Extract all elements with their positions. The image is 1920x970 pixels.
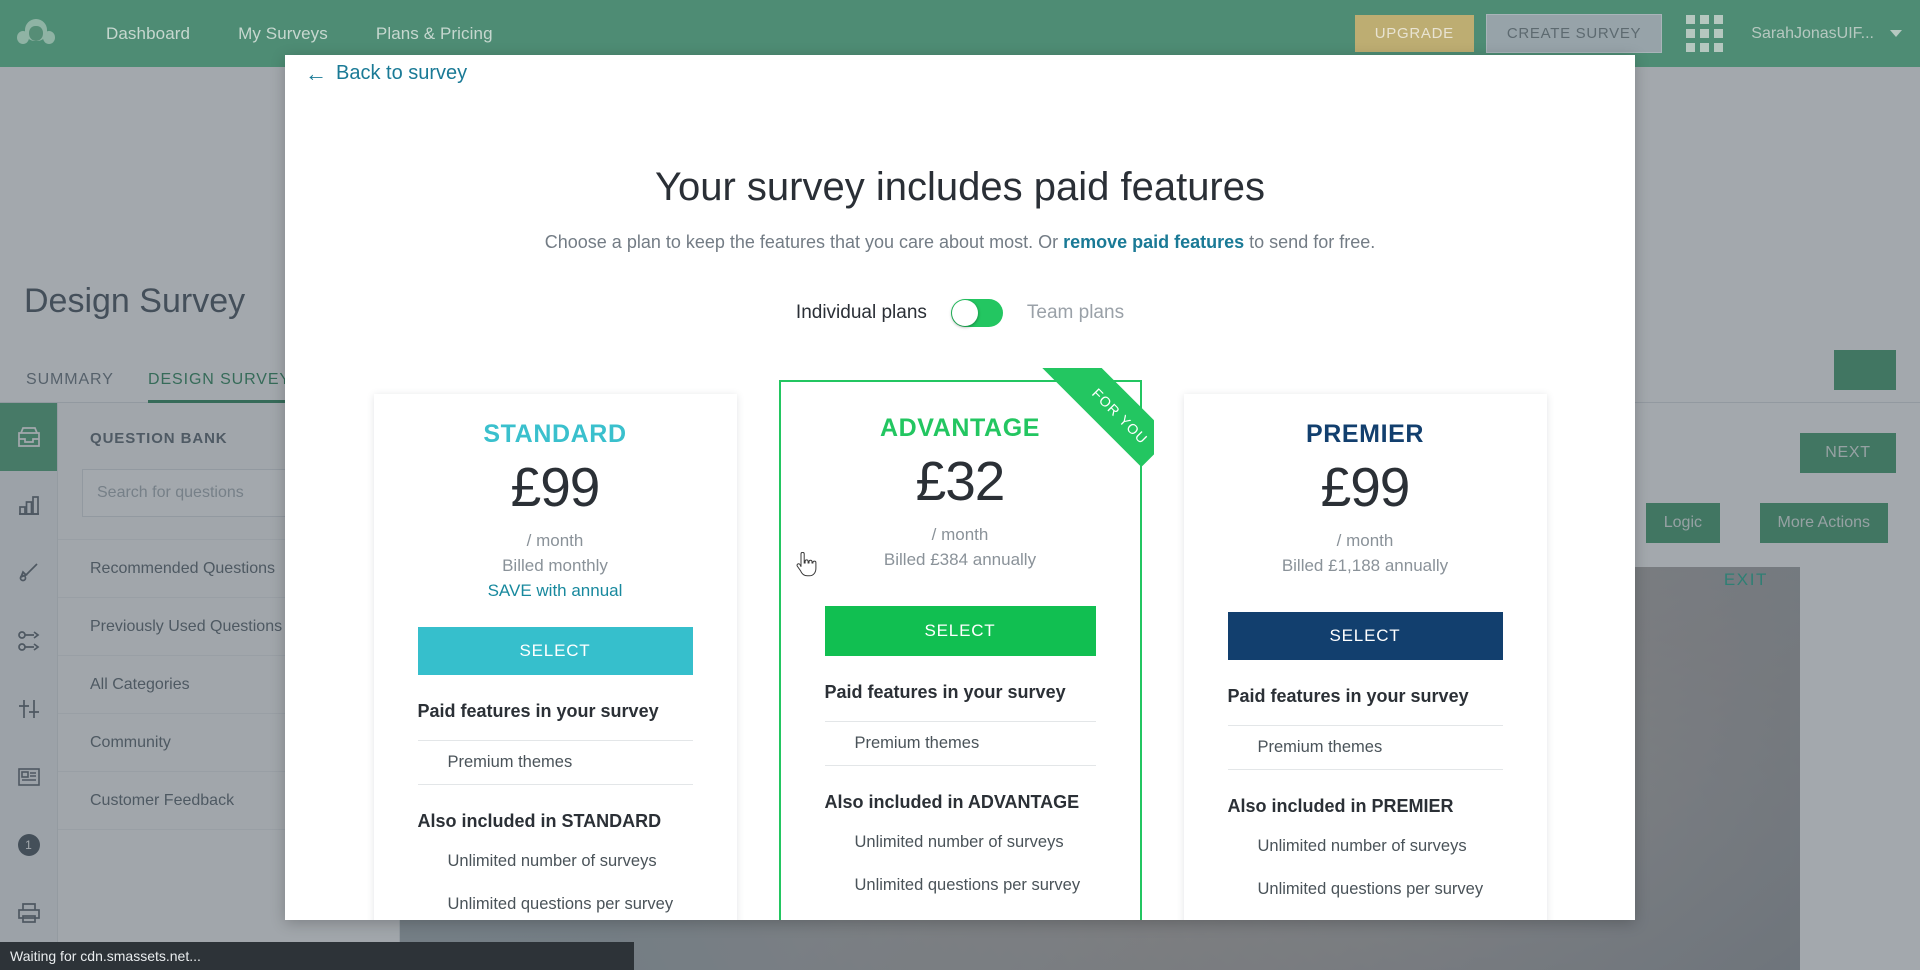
select-button-premier[interactable]: SELECT xyxy=(1227,612,1503,660)
remove-paid-features-link[interactable]: remove paid features xyxy=(1063,232,1244,252)
also-included-list: Unlimited number of surveys Unlimited qu… xyxy=(1228,825,1503,911)
paid-features-heading: Paid features in your survey xyxy=(824,682,1066,702)
plan-card-premier: PREMIER £99 / month Billed £1,188 annual… xyxy=(1183,394,1547,920)
feature-item: Premium themes xyxy=(824,721,1096,766)
paid-features-modal: Your survey includes paid features Choos… xyxy=(285,55,1635,920)
paid-features-list: Premium themes xyxy=(824,721,1096,766)
modal-subtitle-after: to send for free. xyxy=(1244,232,1376,252)
paid-features-heading: Paid features in your survey xyxy=(417,701,659,721)
plan-period: / month xyxy=(1336,531,1394,550)
plan-card-standard: STANDARD £99 / month Billed monthly SAVE… xyxy=(373,394,737,920)
also-included-heading: Also included in PREMIER xyxy=(1227,796,1454,816)
create-survey-button[interactable]: CREATE SURVEY xyxy=(1485,14,1663,53)
select-button-standard[interactable]: SELECT xyxy=(417,627,693,675)
plan-billing-note: Billed monthly xyxy=(502,556,608,575)
feature-item: Unlimited questions per survey xyxy=(447,895,674,913)
modal-subtitle-before: Choose a plan to keep the features that … xyxy=(544,232,1064,252)
chevron-down-icon[interactable] xyxy=(1890,30,1902,37)
surveymonkey-logo-icon[interactable] xyxy=(16,17,56,51)
plan-period: / month xyxy=(931,525,989,544)
modal-title: Your survey includes paid features xyxy=(655,165,1265,209)
plan-billing-note: Billed £1,188 annually xyxy=(1281,556,1449,575)
paid-features-list: Premium themes xyxy=(417,740,693,785)
nav-link-dashboard[interactable]: Dashboard xyxy=(82,0,214,67)
paid-features-list: Premium themes xyxy=(1227,725,1503,770)
feature-item: Premium themes xyxy=(1227,725,1503,770)
plan-price: £99 xyxy=(510,456,601,518)
upgrade-button[interactable]: UPGRADE xyxy=(1354,15,1474,52)
back-to-survey-label: Back to survey xyxy=(336,62,468,84)
toggle-label-individual[interactable]: Individual plans xyxy=(796,302,927,324)
plan-cards-container: STANDARD £99 / month Billed monthly SAVE… xyxy=(285,368,1635,920)
back-to-survey-link[interactable]: ← Back to survey xyxy=(305,62,467,85)
plan-name: PREMIER xyxy=(1305,420,1425,448)
paid-features-heading: Paid features in your survey xyxy=(1227,686,1469,706)
plan-name: STANDARD xyxy=(483,420,627,448)
plan-type-toggle[interactable] xyxy=(950,299,1003,327)
select-button-advantage[interactable]: SELECT xyxy=(824,606,1096,656)
toggle-label-team[interactable]: Team plans xyxy=(1027,302,1124,324)
plan-type-toggle-row: Individual plans Team plans xyxy=(285,299,1635,327)
feature-item: Unlimited questions per survey xyxy=(854,876,1081,894)
for-you-ribbon-label: FOR YOU xyxy=(1088,385,1151,448)
modal-subtitle: Choose a plan to keep the features that … xyxy=(285,232,1635,253)
also-included-heading: Also included in ADVANTAGE xyxy=(824,792,1080,812)
feature-item: Unlimited number of surveys xyxy=(447,852,657,870)
also-included-heading: Also included in STANDARD xyxy=(417,811,662,831)
apps-grid-icon[interactable] xyxy=(1686,15,1724,52)
toggle-knob xyxy=(951,300,978,326)
also-included-list: Unlimited number of surveys Unlimited qu… xyxy=(825,821,1096,907)
feature-item: Unlimited number of surveys xyxy=(854,833,1064,851)
plan-save-link[interactable]: SAVE with annual xyxy=(418,581,693,601)
user-menu-label[interactable]: SarahJonasUIF... xyxy=(1751,25,1874,43)
plan-price: £99 xyxy=(1320,456,1411,518)
feature-item: Premium themes xyxy=(417,740,693,785)
plan-billing-note: Billed £384 annually xyxy=(883,550,1037,569)
exit-link[interactable]: EXIT xyxy=(1724,570,1768,590)
also-included-list: Unlimited number of surveys Unlimited qu… xyxy=(418,840,693,920)
plan-period: / month xyxy=(526,531,584,550)
feature-item: Unlimited questions per survey xyxy=(1257,880,1484,898)
browser-status-bar: Waiting for cdn.smassets.net... xyxy=(0,942,634,970)
plan-price: £32 xyxy=(915,450,1006,512)
plan-name: ADVANTAGE xyxy=(879,414,1041,442)
plan-card-advantage: FOR YOU ADVANTAGE £32 / month Billed £38… xyxy=(778,368,1154,920)
arrow-left-icon: ← xyxy=(305,60,327,86)
feature-item: Unlimited number of surveys xyxy=(1257,837,1467,855)
